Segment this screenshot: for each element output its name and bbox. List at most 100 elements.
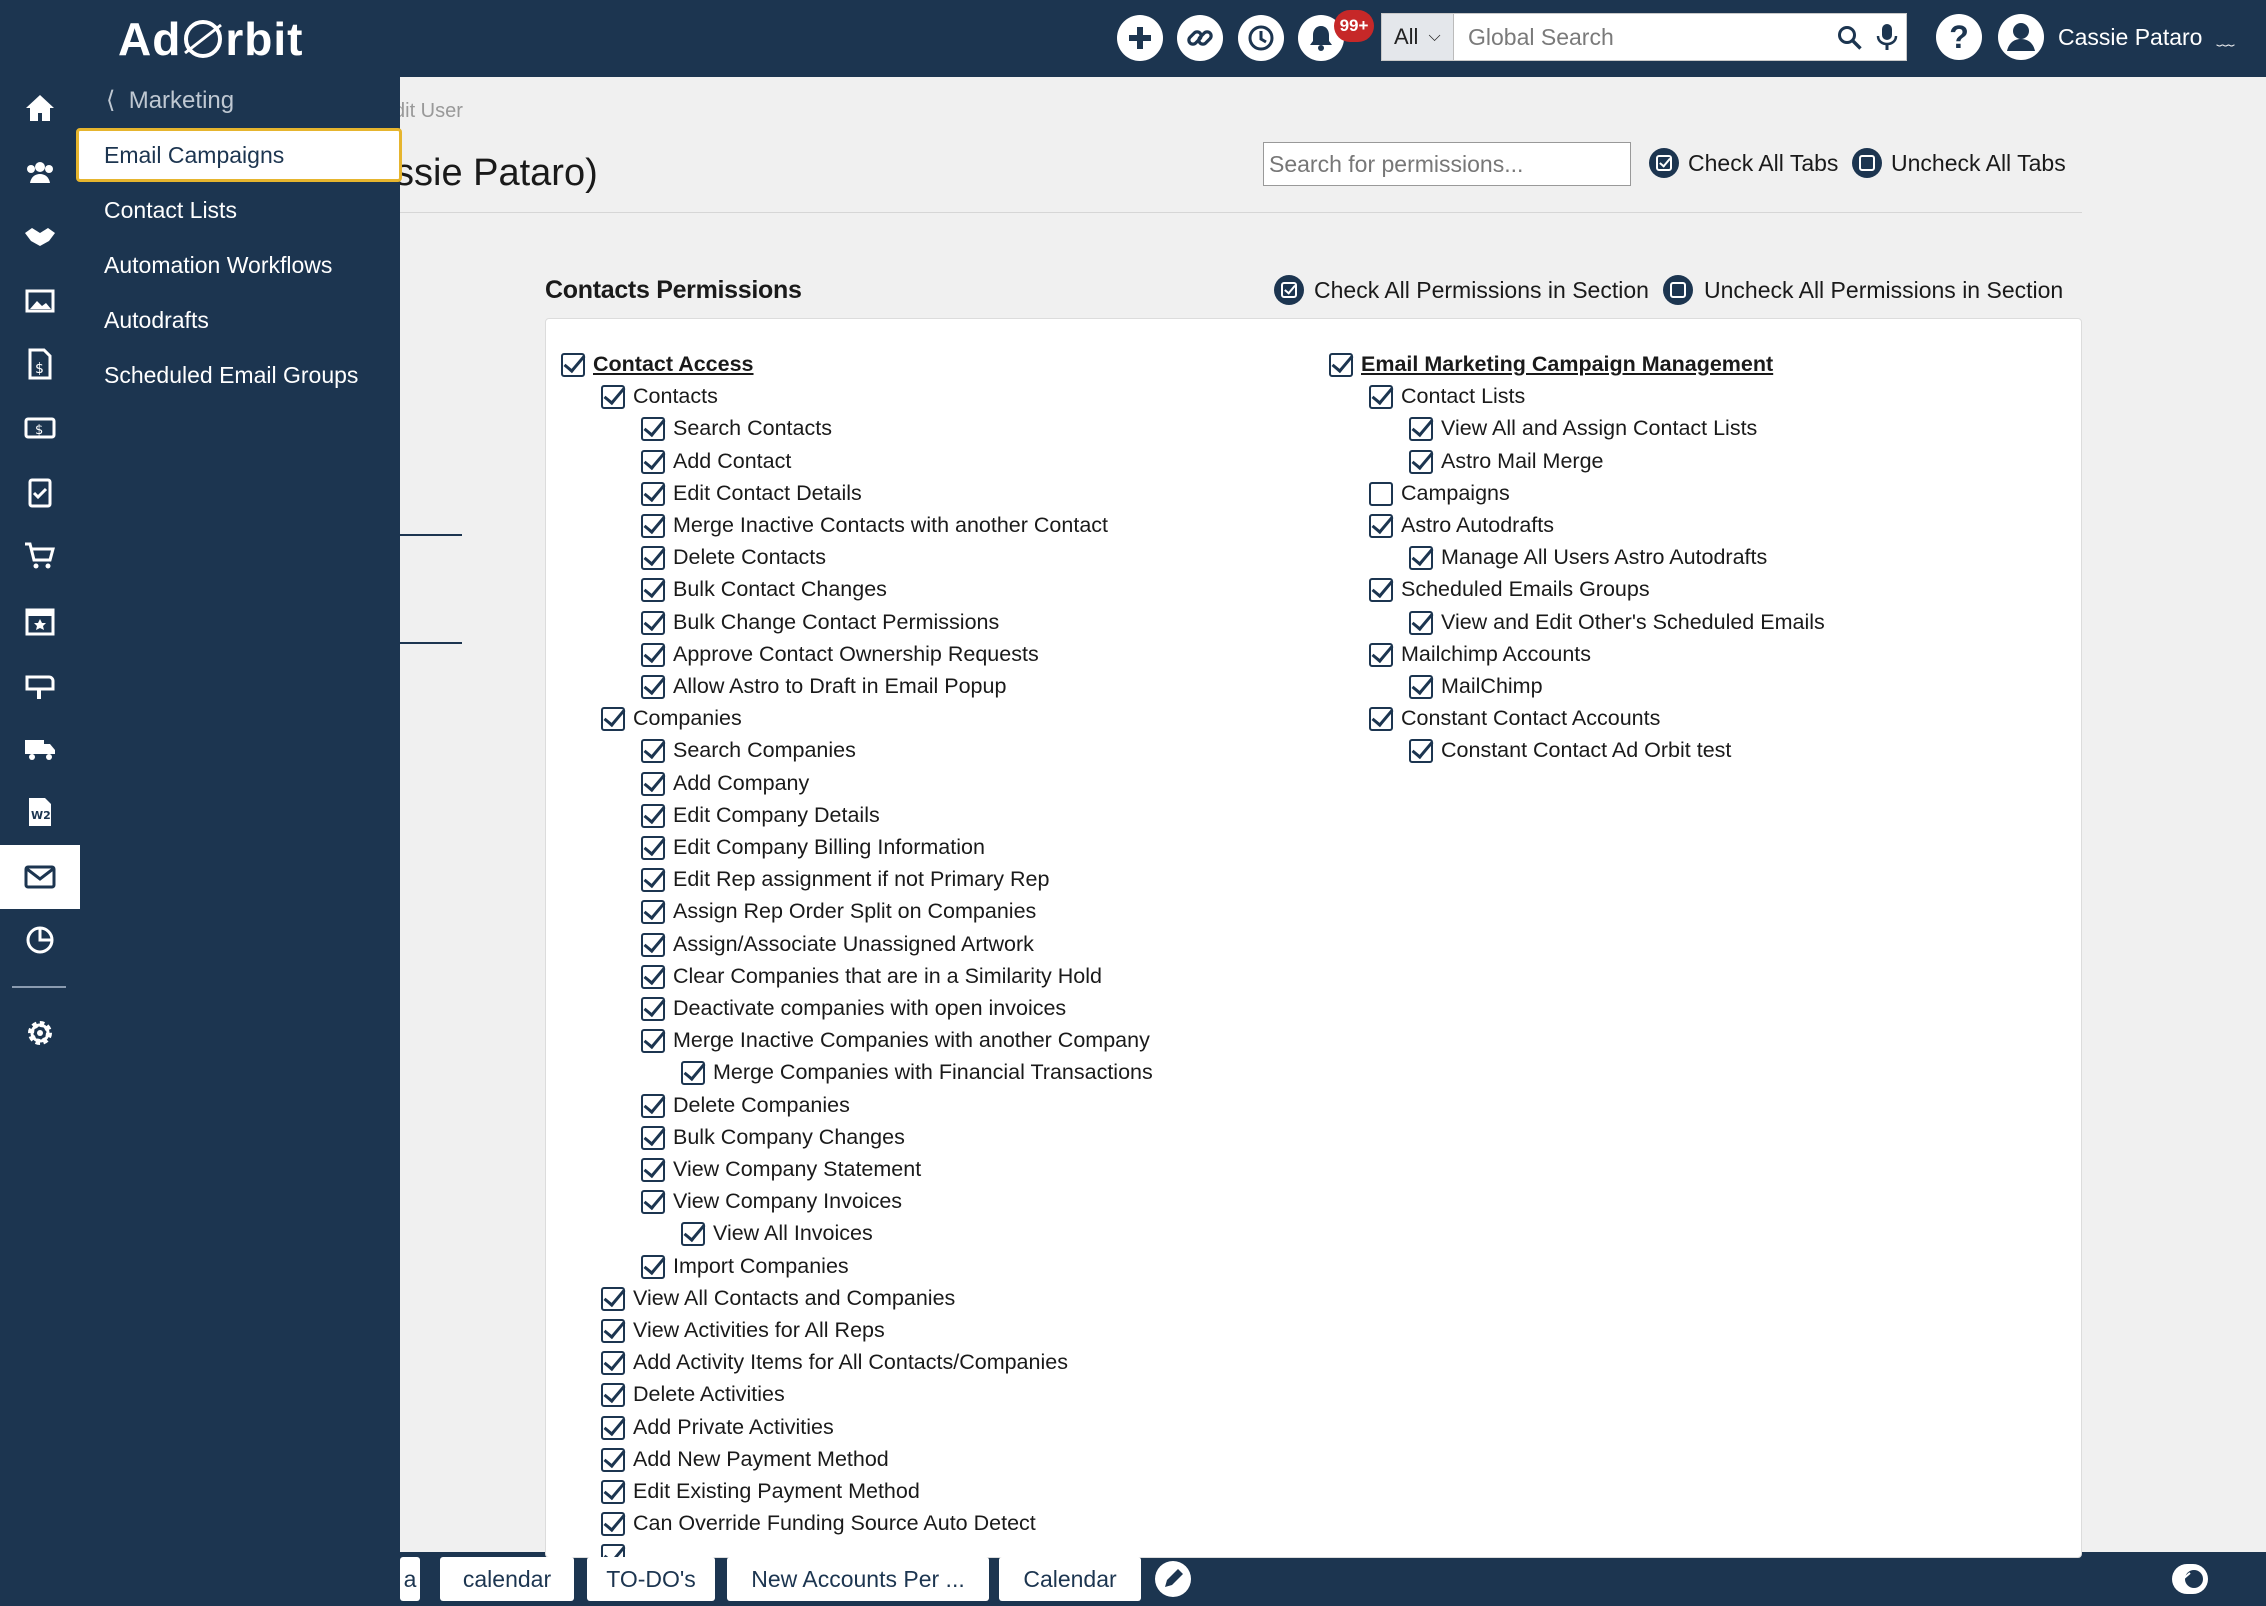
- bottom-tab[interactable]: calendar: [440, 1557, 574, 1601]
- avatar[interactable]: [1998, 14, 2044, 60]
- menu-item-autodrafts[interactable]: Autodrafts: [104, 307, 209, 334]
- settings-icon[interactable]: [22, 1015, 58, 1051]
- permission-checkbox[interactable]: [601, 1383, 625, 1408]
- search-input[interactable]: Global Search: [1468, 24, 1614, 51]
- menu-item-email-campaigns[interactable]: Email Campaigns: [104, 142, 284, 169]
- link-icon[interactable]: [1177, 15, 1223, 61]
- payments-icon[interactable]: $: [22, 410, 58, 446]
- permission-checkbox[interactable]: [1409, 739, 1433, 764]
- permission-checkbox[interactable]: [681, 1222, 705, 1247]
- bottom-tab[interactable]: New Accounts Per ...: [727, 1557, 989, 1601]
- help-button[interactable]: ?: [1936, 14, 1982, 60]
- check-all-section-icon[interactable]: [1274, 275, 1304, 305]
- permission-checkbox[interactable]: [641, 481, 665, 506]
- check-all-tabs-icon[interactable]: [1649, 148, 1679, 178]
- delivery-truck-icon[interactable]: [22, 730, 58, 766]
- permission-checkbox[interactable]: [641, 514, 665, 538]
- mailbox-icon[interactable]: [22, 666, 58, 702]
- search-scope-select[interactable]: All ⌵: [1382, 14, 1454, 60]
- uncheck-all-section-icon[interactable]: [1663, 275, 1693, 305]
- w2-icon[interactable]: W2: [22, 794, 58, 830]
- permission-checkbox[interactable]: [641, 1190, 665, 1215]
- permission-checkbox[interactable]: [641, 1125, 665, 1150]
- permission-checkbox[interactable]: [681, 1061, 705, 1086]
- permission-checkbox[interactable]: [601, 1415, 625, 1440]
- permission-checkbox[interactable]: [1409, 610, 1433, 635]
- permission-checkbox[interactable]: [641, 1093, 665, 1118]
- permission-checkbox[interactable]: [601, 1351, 625, 1376]
- permission-checkbox[interactable]: [641, 771, 665, 796]
- search-icon[interactable]: [1837, 25, 1863, 51]
- handshake-icon[interactable]: [22, 218, 58, 254]
- permission-checkbox[interactable]: [601, 1286, 625, 1311]
- permission-checkbox[interactable]: [641, 1158, 665, 1182]
- permission-checkbox[interactable]: [1409, 675, 1433, 699]
- permission-checkbox[interactable]: [641, 449, 665, 474]
- uncheck-all-section-button[interactable]: Uncheck All Permissions in Section: [1704, 277, 2063, 304]
- history-clock-icon[interactable]: [1238, 15, 1284, 61]
- cart-icon[interactable]: [22, 538, 58, 574]
- permission-checkbox[interactable]: [1369, 642, 1393, 667]
- permission-checkbox[interactable]: [641, 964, 665, 989]
- menu-item-contact-lists[interactable]: Contact Lists: [104, 197, 237, 224]
- permission-checkbox[interactable]: [601, 707, 625, 732]
- back-to-marketing[interactable]: ⟨ Marketing: [106, 86, 234, 115]
- permission-checkbox[interactable]: [641, 739, 665, 764]
- permission-checkbox[interactable]: [641, 868, 665, 893]
- permission-search-input[interactable]: Search for permissions...: [1263, 142, 1631, 186]
- user-menu[interactable]: Cassie Pataro ﹏: [2058, 24, 2234, 51]
- add-icon[interactable]: [1117, 15, 1163, 61]
- permission-checkbox[interactable]: [601, 1319, 625, 1343]
- permission-checkbox[interactable]: [601, 1544, 625, 1557]
- permission-checkbox[interactable]: [641, 997, 665, 1021]
- media-icon[interactable]: [22, 282, 58, 318]
- permission-checkbox[interactable]: [561, 353, 585, 377]
- permission-checkbox[interactable]: [641, 417, 665, 442]
- permission-checkbox[interactable]: [1369, 578, 1393, 603]
- global-search[interactable]: All ⌵ Global Search: [1381, 13, 1907, 61]
- check-all-section-button[interactable]: Check All Permissions in Section: [1314, 277, 1649, 304]
- adorbit-logo[interactable]: Ad rbit: [118, 12, 303, 66]
- permission-checkbox[interactable]: [601, 1512, 625, 1537]
- bottom-tab[interactable]: a: [400, 1557, 420, 1601]
- check-all-tabs-button[interactable]: Check All Tabs: [1688, 150, 1838, 177]
- permission-checkbox[interactable]: [641, 1029, 665, 1054]
- permission-checkbox[interactable]: [641, 610, 665, 635]
- permission-checkbox[interactable]: [1369, 385, 1393, 410]
- permission-checkbox[interactable]: [601, 1447, 625, 1472]
- clipboard-icon[interactable]: [22, 474, 58, 510]
- edit-tabs-button[interactable]: [1155, 1561, 1191, 1597]
- uncheck-all-tabs-button[interactable]: Uncheck All Tabs: [1891, 150, 2066, 177]
- calendar-icon[interactable]: [22, 602, 58, 638]
- microphone-icon[interactable]: [1876, 23, 1898, 51]
- toggle-icon[interactable]: [2172, 1564, 2208, 1594]
- permission-checkbox[interactable]: [641, 546, 665, 571]
- email-icon[interactable]: [22, 859, 58, 895]
- permission-checkbox[interactable]: [641, 803, 665, 828]
- bottom-tab[interactable]: Calendar: [999, 1557, 1141, 1601]
- permission-checkbox[interactable]: [641, 900, 665, 925]
- permission-checkbox[interactable]: [601, 1480, 625, 1504]
- breadcrumb[interactable]: dit User: [394, 100, 463, 123]
- permission-checkbox[interactable]: [1329, 353, 1353, 377]
- permission-checkbox[interactable]: [641, 675, 665, 699]
- bottom-tab[interactable]: TO-DO's: [587, 1557, 715, 1601]
- permission-checkbox[interactable]: [1409, 546, 1433, 571]
- permission-checkbox[interactable]: [641, 932, 665, 957]
- permission-checkbox[interactable]: [1369, 481, 1393, 506]
- home-icon[interactable]: [22, 90, 58, 126]
- menu-item-automation-workflows[interactable]: Automation Workflows: [104, 252, 332, 279]
- permission-checkbox[interactable]: [1369, 514, 1393, 538]
- permission-checkbox[interactable]: [601, 385, 625, 410]
- permission-checkbox[interactable]: [641, 642, 665, 667]
- uncheck-all-tabs-icon[interactable]: [1852, 148, 1882, 178]
- permission-checkbox[interactable]: [1409, 449, 1433, 474]
- menu-item-scheduled-email-groups[interactable]: Scheduled Email Groups: [104, 362, 358, 389]
- permission-checkbox[interactable]: [1369, 707, 1393, 732]
- permission-checkbox[interactable]: [641, 1254, 665, 1279]
- permission-checkbox[interactable]: [641, 836, 665, 860]
- contacts-icon[interactable]: [22, 154, 58, 190]
- invoice-icon[interactable]: $: [22, 346, 58, 382]
- permission-checkbox[interactable]: [1409, 417, 1433, 442]
- reports-icon[interactable]: [22, 922, 58, 958]
